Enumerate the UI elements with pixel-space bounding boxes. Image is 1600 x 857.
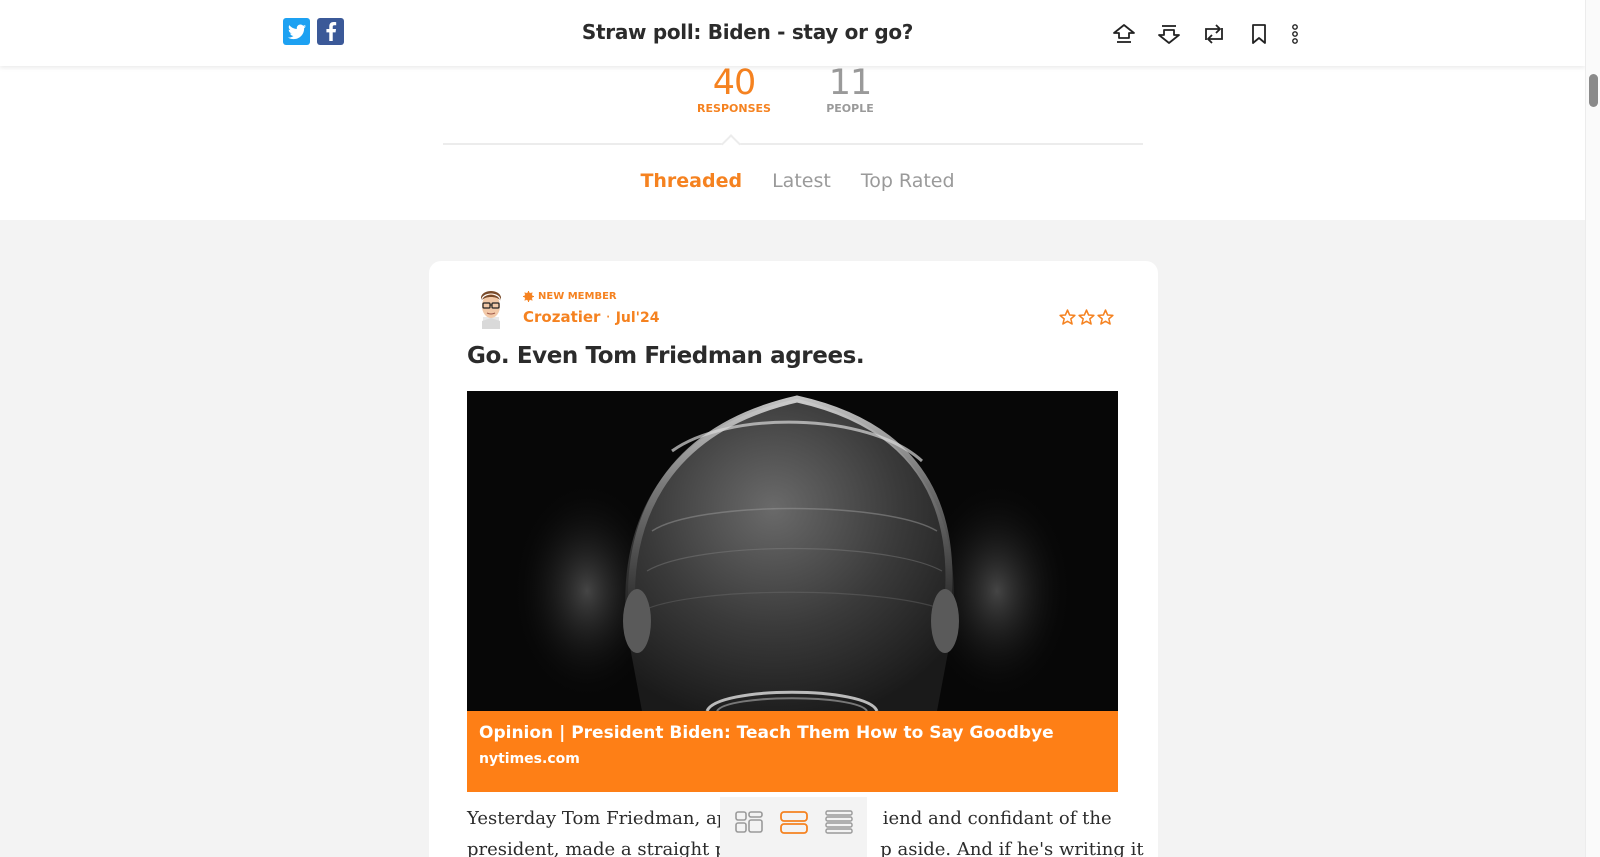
view-mode-switcher: [720, 797, 867, 857]
sort-tabs: Threaded Latest Top Rated: [0, 170, 1585, 192]
post-card: NEW MEMBER Crozatier · Jul'24 Go. Even T…: [429, 261, 1158, 857]
link-domain: nytimes.com: [479, 751, 580, 767]
member-badge: NEW MEMBER: [523, 291, 617, 302]
member-badge-label: NEW MEMBER: [538, 291, 617, 302]
star-icon[interactable]: [1059, 309, 1076, 325]
responses-stat: 40 RESPONSES: [696, 63, 772, 116]
more-options-button[interactable]: [1281, 20, 1309, 48]
badge-icon: [523, 291, 534, 302]
downvote-icon: [1158, 25, 1180, 44]
divider: [443, 143, 1143, 145]
tab-threaded[interactable]: Threaded: [640, 170, 742, 192]
page-scrollbar[interactable]: [1585, 0, 1600, 857]
thread-stats-panel: 40 RESPONSES 11 PEOPLE Threaded Latest T…: [0, 66, 1585, 220]
scrollbar-thumb[interactable]: [1589, 74, 1598, 107]
divider-notch: [721, 134, 741, 154]
upvote-icon: [1113, 24, 1135, 43]
avatar[interactable]: [474, 287, 508, 329]
link-preview-image: [467, 391, 1118, 711]
author-name[interactable]: Crozatier: [523, 308, 600, 326]
downvote-button[interactable]: [1155, 20, 1183, 48]
rating-stars[interactable]: [1059, 309, 1114, 325]
bookmark-icon: [1252, 24, 1266, 44]
star-icon[interactable]: [1097, 309, 1114, 325]
people-count: 11: [828, 63, 873, 103]
grid-view-icon[interactable]: [734, 809, 764, 835]
repost-icon: [1205, 24, 1223, 44]
top-bar: Straw poll: Biden - stay or go?: [0, 0, 1585, 66]
responses-count: 40: [712, 63, 757, 103]
people-label: PEOPLE: [826, 102, 874, 115]
repost-button[interactable]: [1200, 20, 1228, 48]
more-icon: [1292, 24, 1298, 44]
author-line: Crozatier · Jul'24: [523, 308, 659, 326]
link-preview-card[interactable]: Opinion | President Biden: Teach Them Ho…: [467, 391, 1118, 792]
list-view-icon[interactable]: [824, 809, 854, 835]
tab-top-rated[interactable]: Top Rated: [861, 170, 955, 192]
link-preview-banner[interactable]: Opinion | President Biden: Teach Them Ho…: [467, 711, 1118, 792]
people-stat: 11 PEOPLE: [820, 63, 880, 116]
post-date[interactable]: Jul'24: [616, 310, 660, 326]
responses-label: RESPONSES: [697, 102, 771, 115]
link-title[interactable]: Opinion | President Biden: Teach Them Ho…: [479, 723, 1106, 743]
upvote-button[interactable]: [1110, 20, 1138, 48]
author-separator: ·: [605, 308, 611, 326]
post-title: Go. Even Tom Friedman agrees.: [467, 343, 865, 369]
tab-latest[interactable]: Latest: [772, 170, 831, 192]
bookmark-button[interactable]: [1245, 20, 1273, 48]
card-view-icon[interactable]: [779, 809, 809, 835]
star-icon[interactable]: [1078, 309, 1095, 325]
